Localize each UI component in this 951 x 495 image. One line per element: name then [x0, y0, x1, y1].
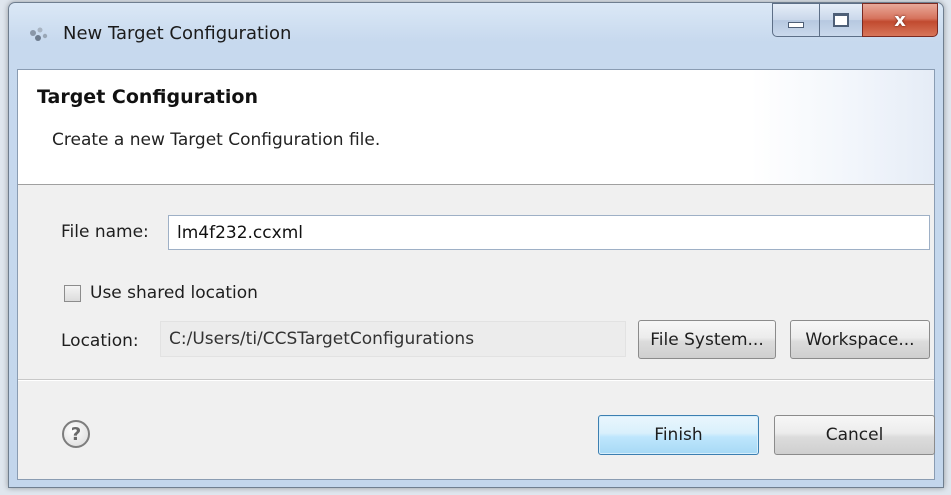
file-name-input[interactable]: lm4f232.ccxml — [168, 215, 930, 250]
workspace-button[interactable]: Workspace... — [790, 320, 930, 359]
title-bar[interactable]: New Target Configuration x — [9, 3, 943, 67]
dialog-client-area: Target Configuration Create a new Target… — [17, 69, 935, 480]
file-name-label: File name: — [61, 222, 149, 242]
maximize-icon — [833, 13, 849, 27]
help-icon[interactable]: ? — [62, 420, 90, 448]
minimize-icon — [788, 22, 804, 28]
location-field: C:/Users/ti/CCSTargetConfigurations — [160, 321, 626, 357]
cancel-button[interactable]: Cancel — [774, 415, 935, 455]
dialog-window: New Target Configuration x Target Config… — [8, 2, 944, 488]
banner-description: Create a new Target Configuration file. — [52, 130, 381, 150]
finish-button[interactable]: Finish — [598, 415, 759, 455]
footer-separator — [18, 379, 934, 381]
window-title: New Target Configuration — [63, 23, 292, 44]
minimize-button[interactable] — [772, 3, 820, 37]
close-icon: x — [894, 9, 906, 31]
close-button[interactable]: x — [862, 3, 938, 37]
shared-location-checkbox[interactable] — [64, 285, 81, 302]
shared-location-label[interactable]: Use shared location — [90, 283, 258, 303]
eclipse-app-icon — [30, 27, 48, 41]
location-label: Location: — [61, 331, 139, 351]
banner-title: Target Configuration — [37, 86, 258, 108]
wizard-banner: Target Configuration Create a new Target… — [18, 70, 934, 185]
file-system-button[interactable]: File System... — [638, 320, 776, 359]
maximize-button[interactable] — [819, 3, 863, 37]
